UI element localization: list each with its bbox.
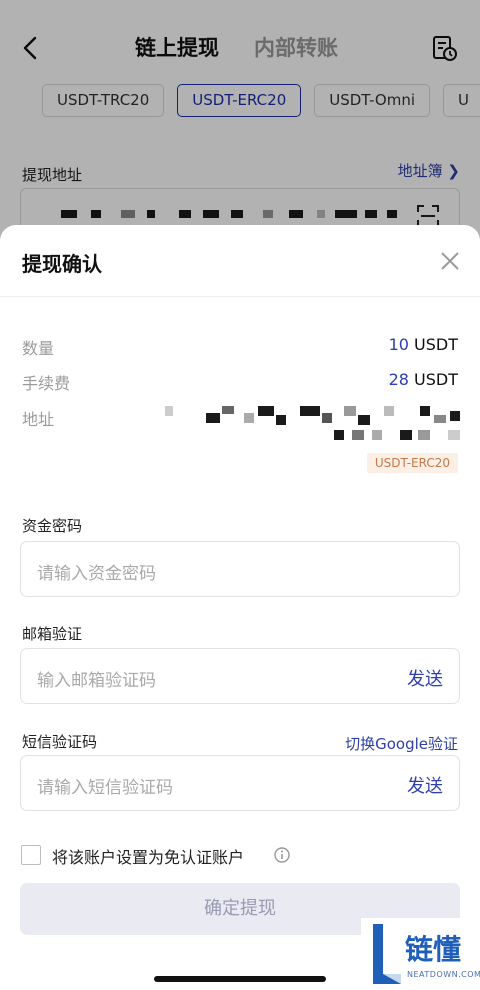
fund-password-input[interactable]: 请输入资金密码 [20, 541, 460, 597]
sheet-title: 提现确认 [22, 252, 102, 276]
redacted-pixel [322, 413, 332, 423]
fee-label: 手续费 [22, 374, 71, 393]
quantity-unit: USDT [408, 335, 458, 354]
redacted-pixel [276, 415, 286, 425]
redacted-pixel [358, 415, 370, 425]
sms-code-placeholder: 请输入短信验证码 [37, 778, 173, 798]
withdraw-confirm-sheet: 提现确认 数量 10 USDT 手续费 28 USDT 地址 USDT-ERC2… [0, 225, 480, 990]
watermark-logo-icon [373, 924, 401, 984]
quantity-label: 数量 [22, 339, 55, 358]
switch-google-verify-link[interactable]: 切换Google验证 [345, 733, 458, 754]
redacted-pixel [206, 413, 220, 423]
exempt-account-label[interactable]: 将该账户设置为免认证账户 [52, 844, 244, 868]
watermark-subtext: NEATDOWN.COM [407, 970, 480, 979]
quantity-value: 10 USDT [389, 335, 458, 354]
email-verify-label: 邮箱验证 [22, 625, 83, 643]
email-code-input[interactable]: 输入邮箱验证码 发送 [20, 648, 460, 704]
fee-value: 28 USDT [389, 370, 458, 389]
redacted-pixel [258, 406, 274, 416]
fee-number: 28 [388, 370, 409, 389]
redacted-pixel [334, 430, 344, 440]
home-indicator[interactable] [154, 976, 326, 982]
redacted-pixel [434, 415, 446, 423]
redacted-pixel [244, 413, 254, 423]
email-send-button[interactable]: 发送 [407, 665, 443, 691]
watermark: 链懂 NEATDOWN.COM [361, 918, 480, 990]
sms-code-input[interactable]: 请输入短信验证码 发送 [20, 755, 460, 811]
exempt-account-checkbox[interactable] [21, 845, 41, 865]
info-icon[interactable] [274, 847, 290, 863]
redacted-pixel [448, 430, 460, 440]
redacted-pixel [222, 406, 234, 414]
address-label: 地址 [22, 410, 55, 429]
redacted-pixel [300, 406, 320, 416]
redacted-pixel [165, 406, 173, 416]
redacted-pixel [420, 406, 430, 416]
redacted-pixel [450, 411, 460, 421]
fee-unit: USDT [408, 370, 458, 389]
redacted-pixel [418, 430, 430, 440]
sms-verify-label: 短信验证码 [22, 733, 98, 751]
close-icon[interactable] [440, 251, 460, 271]
email-code-placeholder: 输入邮箱验证码 [37, 671, 156, 691]
sms-send-button[interactable]: 发送 [407, 772, 443, 798]
redacted-pixel [372, 430, 382, 440]
quantity-number: 10 [388, 335, 409, 354]
fund-password-placeholder: 请输入资金密码 [37, 564, 156, 584]
redacted-pixel [400, 430, 412, 440]
redacted-pixel [384, 406, 394, 416]
redacted-pixel [344, 406, 356, 416]
fund-password-label: 资金密码 [22, 517, 83, 535]
divider [0, 296, 480, 297]
watermark-text: 链懂 [405, 933, 462, 966]
network-tag: USDT-ERC20 [366, 453, 458, 473]
redacted-pixel [352, 430, 364, 440]
